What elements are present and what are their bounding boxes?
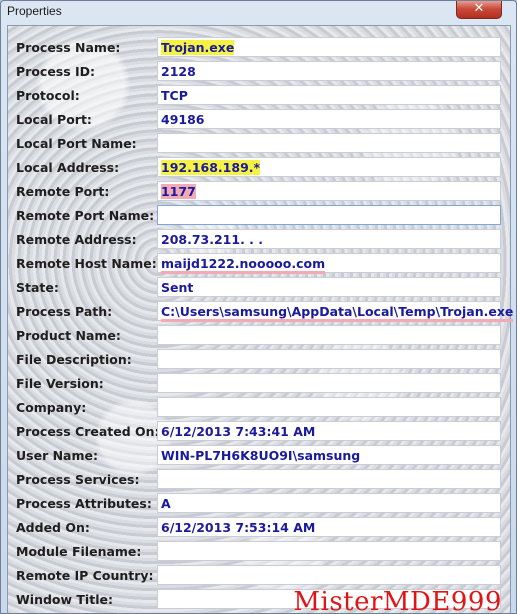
process-path-label: Process Path: bbox=[16, 304, 113, 319]
process-services-label: Process Services: bbox=[16, 472, 140, 487]
remote-address-label: Remote Address: bbox=[16, 232, 137, 247]
remote-host-name-label: Remote Host Name: bbox=[16, 256, 157, 271]
remote-port-name-field[interactable] bbox=[157, 205, 501, 225]
process-created-on-label: Process Created On: bbox=[16, 424, 160, 439]
company-label: Company: bbox=[16, 400, 87, 415]
protocol-value: TCP bbox=[161, 88, 188, 103]
process-name-label: Process Name: bbox=[16, 40, 121, 55]
process-services-field[interactable] bbox=[157, 469, 501, 489]
local-port-name-label: Local Port Name: bbox=[16, 136, 137, 151]
row-file-description: File Description: bbox=[8, 348, 510, 372]
file-version-field[interactable] bbox=[157, 373, 501, 393]
local-port-value: 49186 bbox=[161, 112, 205, 127]
file-description-field[interactable] bbox=[157, 349, 501, 369]
state-value: Sent bbox=[161, 280, 194, 295]
local-port-field[interactable] bbox=[157, 109, 501, 129]
close-button[interactable]: ✕ bbox=[456, 1, 502, 19]
window-title: Properties bbox=[7, 4, 62, 18]
process-name-value: Trojan.exe bbox=[161, 40, 235, 55]
state-field[interactable] bbox=[157, 277, 501, 297]
local-port-label: Local Port: bbox=[16, 112, 92, 127]
window-title-label: Window Title: bbox=[16, 592, 113, 607]
product-name-field[interactable] bbox=[157, 325, 501, 345]
added-on-label: Added On: bbox=[16, 520, 90, 535]
row-local-address: Local Address: 192.168.189.* bbox=[8, 156, 510, 180]
row-process-path: Process Path: C:\Users\samsung\AppData\L… bbox=[8, 300, 514, 324]
file-version-label: File Version: bbox=[16, 376, 104, 391]
row-remote-ip-country: Remote IP Country: bbox=[8, 564, 510, 588]
row-process-services: Process Services: bbox=[8, 468, 510, 492]
row-protocol: Protocol: TCP bbox=[8, 84, 510, 108]
row-process-attributes: Process Attributes: A bbox=[8, 492, 510, 516]
process-attributes-label: Process Attributes: bbox=[16, 496, 152, 511]
properties-panel: Process Name: Trojan.exe Process ID: 212… bbox=[7, 25, 514, 614]
process-path-value: C:\Users\samsung\AppData\Local\Temp\Troj… bbox=[161, 304, 514, 322]
watermark: MisterMDE999 bbox=[293, 587, 502, 614]
row-remote-port: Remote Port: 1177 bbox=[8, 180, 510, 204]
company-field[interactable] bbox=[157, 397, 501, 417]
row-remote-host-name: Remote Host Name: maijd1222.nooooo.com bbox=[8, 252, 510, 276]
row-product-name: Product Name: bbox=[8, 324, 510, 348]
row-user-name: User Name: WIN-PL7H6K8UO9I\samsung bbox=[8, 444, 510, 468]
added-on-value: 6/12/2013 7:53:14 AM bbox=[161, 520, 316, 535]
row-added-on: Added On: 6/12/2013 7:53:14 AM bbox=[8, 516, 510, 540]
row-process-name: Process Name: Trojan.exe bbox=[8, 36, 510, 60]
row-remote-port-name: Remote Port Name: bbox=[8, 204, 510, 228]
local-port-name-field[interactable] bbox=[157, 133, 501, 153]
protocol-field[interactable] bbox=[157, 85, 501, 105]
protocol-label: Protocol: bbox=[16, 88, 80, 103]
row-local-port: Local Port: 49186 bbox=[8, 108, 510, 132]
process-created-on-value: 6/12/2013 7:43:41 AM bbox=[161, 424, 316, 439]
module-filename-field[interactable] bbox=[157, 541, 501, 561]
row-local-port-name: Local Port Name: bbox=[8, 132, 510, 156]
product-name-label: Product Name: bbox=[16, 328, 121, 343]
process-id-field[interactable] bbox=[157, 61, 501, 81]
row-remote-address: Remote Address: 208.73.211. . . bbox=[8, 228, 510, 252]
properties-window: Properties ✕ Process Name: Trojan.exe Pr… bbox=[0, 0, 517, 614]
row-process-id: Process ID: 2128 bbox=[8, 60, 510, 84]
remote-ip-country-field[interactable] bbox=[157, 565, 501, 585]
module-filename-label: Module Filename: bbox=[16, 544, 142, 559]
process-attributes-value: A bbox=[161, 496, 171, 511]
remote-port-label: Remote Port: bbox=[16, 184, 110, 199]
row-module-filename: Module Filename: bbox=[8, 540, 510, 564]
process-id-value: 2128 bbox=[161, 64, 196, 79]
remote-ip-country-label: Remote IP Country: bbox=[16, 568, 154, 583]
state-label: State: bbox=[16, 280, 59, 295]
file-description-label: File Description: bbox=[16, 352, 132, 367]
remote-port-field[interactable] bbox=[157, 181, 501, 201]
local-address-label: Local Address: bbox=[16, 160, 120, 175]
remote-host-name-value: maijd1222.nooooo.com bbox=[161, 256, 326, 274]
row-file-version: File Version: bbox=[8, 372, 510, 396]
row-state: State: Sent bbox=[8, 276, 510, 300]
user-name-label: User Name: bbox=[16, 448, 98, 463]
process-attributes-field[interactable] bbox=[157, 493, 501, 513]
process-id-label: Process ID: bbox=[16, 64, 96, 79]
remote-address-value: 208.73.211. . . bbox=[161, 232, 264, 247]
user-name-value: WIN-PL7H6K8UO9I\samsung bbox=[161, 448, 361, 463]
local-address-value: 192.168.189.* bbox=[161, 160, 261, 175]
row-process-created-on: Process Created On: 6/12/2013 7:43:41 AM bbox=[8, 420, 510, 444]
row-company: Company: bbox=[8, 396, 510, 420]
remote-port-value: 1177 bbox=[161, 184, 196, 199]
remote-port-name-label: Remote Port Name: bbox=[16, 208, 155, 223]
close-icon: ✕ bbox=[473, 1, 485, 16]
title-bar[interactable]: Properties ✕ bbox=[1, 1, 516, 23]
